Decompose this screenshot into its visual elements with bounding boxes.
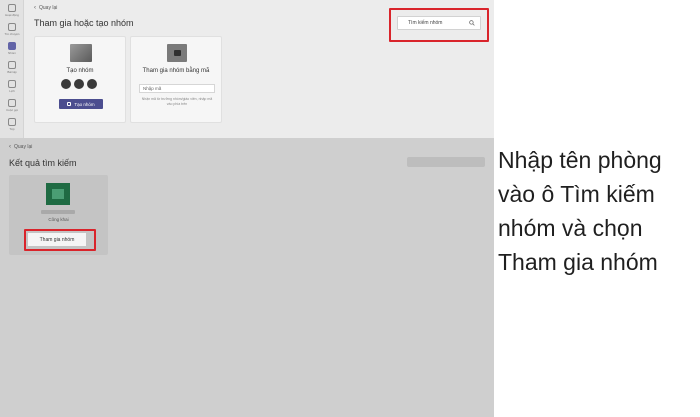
people-add-icon <box>67 102 72 106</box>
avatar-group <box>61 79 97 89</box>
people-icon <box>173 50 181 56</box>
rail-label: Lịch <box>9 89 15 93</box>
teams-screenshot: Hoạt động Trò chuyện Nhóm Bài tập Lịch C… <box>0 0 494 417</box>
back-label: Quay lại <box>14 144 33 150</box>
team-code-input[interactable]: Nhập mã <box>139 84 215 93</box>
create-team-illustration <box>70 44 92 62</box>
app-rail: Hoạt động Trò chuyện Nhóm Bài tập Lịch C… <box>0 0 24 138</box>
rail-label: Cuộc gọi <box>6 108 18 112</box>
rail-label: Trò chuyện <box>4 32 20 36</box>
rail-item-activity[interactable]: Hoạt động <box>3 3 21 21</box>
assignments-icon <box>8 61 16 69</box>
teams-icon <box>8 42 16 50</box>
file-icon <box>8 118 16 126</box>
team-logo <box>46 183 70 205</box>
back-label: Quay lại <box>39 5 58 11</box>
caption-line: Nhập tên phòng <box>498 147 662 173</box>
calendar-icon <box>8 80 16 88</box>
team-logo-inner <box>52 189 64 199</box>
team-code-hint: Nhận mã từ trưởng nhóm/giáo viên, nhập m… <box>141 97 213 106</box>
back-link[interactable]: ‹ Quay lại <box>9 144 32 150</box>
join-code-illustration <box>167 44 187 62</box>
chevron-left-icon: ‹ <box>9 144 11 150</box>
join-with-code-card: Tham gia nhóm bằng mã Nhập mã Nhận mã từ… <box>130 36 222 123</box>
rail-label: Bài tập <box>7 70 17 74</box>
caption-line: vào ô Tìm kiếm <box>498 181 655 207</box>
bell-icon <box>8 4 16 12</box>
search-query-field[interactable] <box>407 157 485 167</box>
avatar <box>87 79 97 89</box>
team-name-redacted <box>41 210 75 214</box>
page-title: Tham gia hoặc tạo nhóm <box>34 18 134 28</box>
rail-label: Nhóm <box>7 51 16 55</box>
search-results-title: Kết quả tìm kiếm <box>9 158 77 168</box>
create-team-button-label: Tạo nhóm <box>74 101 95 107</box>
rail-item-files[interactable]: Tệp <box>3 117 21 135</box>
join-highlight-box <box>24 229 96 251</box>
instruction-caption: Nhập tên phòng vào ô Tìm kiếm nhóm và ch… <box>498 143 698 279</box>
rail-item-teams[interactable]: Nhóm <box>3 41 21 59</box>
rail-label: Hoạt động <box>5 13 19 17</box>
create-team-card[interactable]: Tạo nhóm Tạo nhóm <box>34 36 126 123</box>
rail-item-calendar[interactable]: Lịch <box>3 79 21 97</box>
avatar <box>61 79 71 89</box>
avatar <box>74 79 84 89</box>
caption-line: Tham gia nhóm <box>498 249 658 275</box>
join-with-code-title: Tham gia nhóm bằng mã <box>142 68 210 74</box>
back-link[interactable]: ‹ Quay lại <box>34 5 57 11</box>
caption-line: nhóm và chọn <box>498 215 643 241</box>
phone-icon <box>8 99 16 107</box>
rail-item-calls[interactable]: Cuộc gọi <box>3 98 21 116</box>
rail-item-chat[interactable]: Trò chuyện <box>3 22 21 40</box>
create-team-title: Tạo nhóm <box>66 68 94 74</box>
chevron-left-icon: ‹ <box>34 5 36 11</box>
team-privacy-label: Công khai <box>48 217 69 222</box>
search-highlight-box <box>389 8 489 42</box>
rail-label: Tệp <box>9 127 15 131</box>
rail-item-assignments[interactable]: Bài tập <box>3 60 21 78</box>
tutorial-image: Hoạt động Trò chuyện Nhóm Bài tập Lịch C… <box>0 0 700 417</box>
create-team-button[interactable]: Tạo nhóm <box>59 99 103 109</box>
chat-icon <box>8 23 16 31</box>
